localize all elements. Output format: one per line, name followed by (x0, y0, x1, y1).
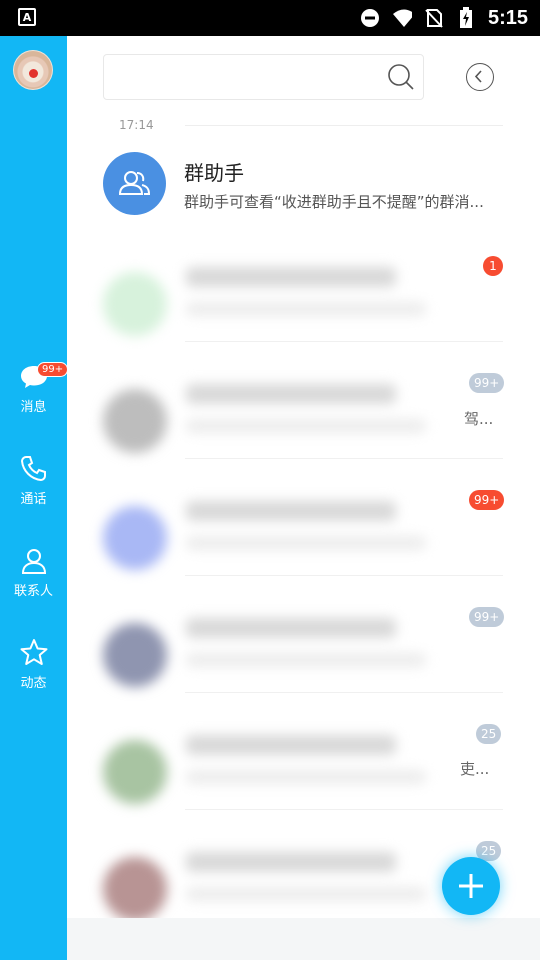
conversation-preview-tail: 吏... (460, 760, 490, 778)
bottom-bar (67, 918, 540, 960)
divider (185, 575, 503, 576)
conversation-preview: 群助手可查看“收进群助手且不提醒”的群消... (184, 193, 484, 211)
sidebar: 99+ 消息 通话 联系人 动态 (0, 36, 69, 960)
blurred-title (186, 735, 396, 755)
conversation-title: 群助手 (184, 161, 244, 185)
unread-badge: 1 (483, 256, 503, 276)
sidebar-item-calls[interactable]: 通话 (0, 454, 67, 507)
blurred-preview (186, 536, 426, 550)
avatar (103, 740, 167, 804)
app-notification-icon: A (18, 8, 36, 26)
no-sim-icon (424, 8, 444, 28)
avatar (103, 623, 167, 687)
sidebar-item-label: 通话 (20, 492, 47, 507)
sidebar-item-messages[interactable]: 99+ 消息 (0, 362, 69, 415)
unread-badge: 99+ (469, 607, 505, 627)
search-input[interactable] (103, 54, 424, 100)
divider (185, 809, 503, 810)
phone-icon (19, 454, 49, 484)
avatar (103, 506, 167, 570)
unread-badge: 25 (476, 724, 502, 744)
do-not-disturb-icon (360, 8, 380, 28)
contact-icon (19, 546, 49, 576)
sidebar-item-label: 动态 (20, 676, 47, 691)
wifi-icon (392, 8, 412, 28)
sidebar-item-label: 消息 (20, 400, 47, 415)
sidebar-item-moments[interactable]: 动态 (0, 638, 67, 691)
time-divider: 17:14 (119, 118, 154, 132)
unread-badge: 99+ (469, 373, 505, 393)
divider (185, 125, 503, 126)
blurred-preview (186, 653, 426, 667)
blurred-preview (186, 302, 426, 316)
battery-charging-icon (456, 7, 476, 28)
blurred-preview (186, 770, 426, 784)
unread-badge: 99+ (469, 490, 505, 510)
unread-badge: 99+ (37, 362, 69, 377)
divider (185, 341, 503, 342)
avatar (103, 389, 167, 453)
divider (185, 458, 503, 459)
add-button[interactable] (442, 857, 500, 915)
conversation-preview-tail: 驾... (464, 410, 494, 428)
sidebar-item-contacts[interactable]: 联系人 (0, 546, 67, 599)
back-icon[interactable] (466, 63, 494, 91)
sidebar-item-label: 联系人 (13, 584, 53, 599)
blurred-preview (186, 419, 426, 433)
conversation-panel: 17:14 群助手 群助手可查看“收进群助手且不提醒”的群消... 1 99+ … (67, 36, 540, 960)
group-helper-icon (103, 152, 166, 215)
status-bar: A 5:15 (0, 0, 540, 36)
blurred-title (186, 501, 396, 521)
avatar (103, 272, 167, 336)
blurred-title (186, 618, 396, 638)
blurred-title (186, 384, 396, 404)
blurred-preview (186, 887, 426, 901)
plus-icon (459, 874, 483, 898)
blurred-title (186, 852, 396, 872)
blurred-title (186, 267, 396, 287)
clock: 5:15 (487, 6, 528, 29)
avatar (103, 857, 167, 921)
star-icon (19, 638, 49, 668)
avatar[interactable] (13, 50, 53, 90)
divider (185, 692, 503, 693)
search-icon[interactable] (387, 63, 415, 95)
